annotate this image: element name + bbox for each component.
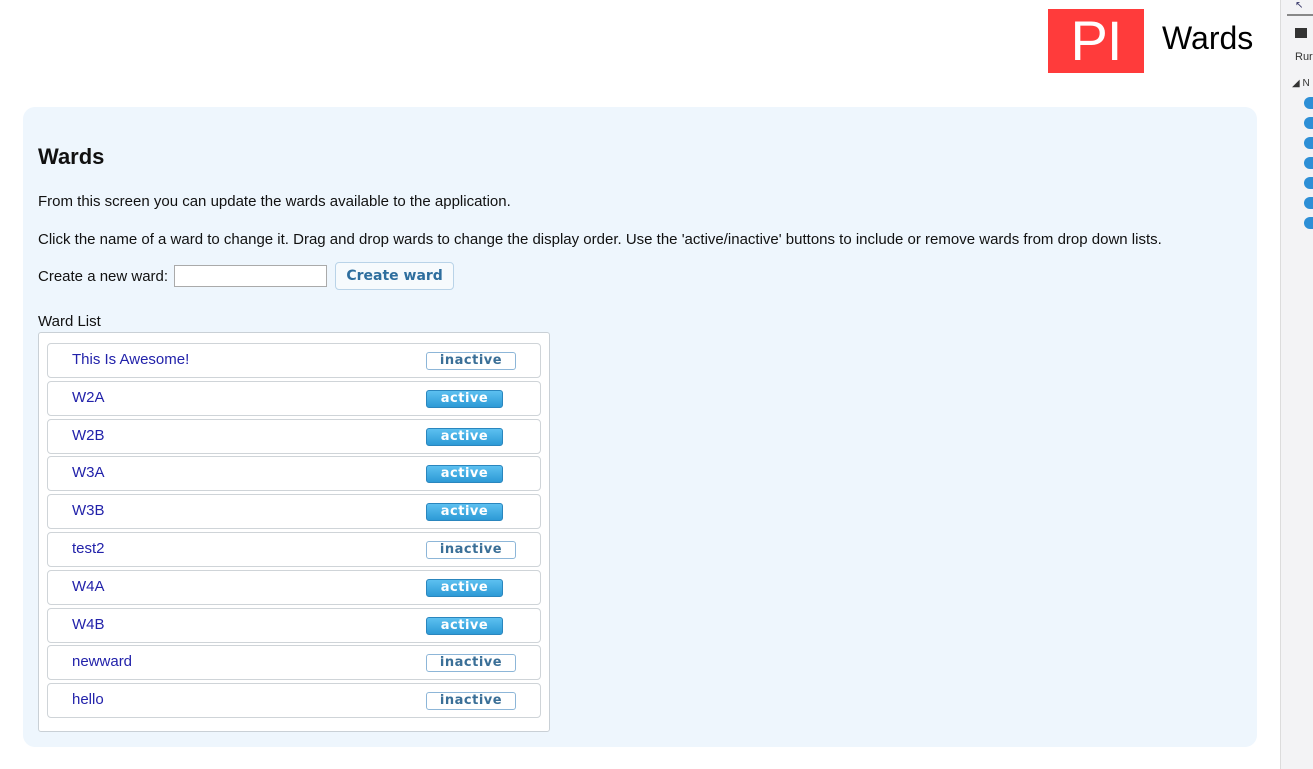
ward-list-item[interactable]: hello inactive xyxy=(47,683,541,719)
pi-logo: PI xyxy=(1048,9,1144,73)
new-ward-input[interactable] xyxy=(174,265,328,287)
app-window: PI Wards Wards From this screen you can … xyxy=(0,0,1280,769)
play-icon[interactable] xyxy=(1295,28,1307,38)
info-icon xyxy=(1304,97,1313,109)
ward-name-link[interactable]: W3A xyxy=(72,464,105,481)
ward-name-link[interactable]: This Is Awesome! xyxy=(72,351,189,368)
ward-name-link[interactable]: newward xyxy=(72,653,132,670)
ward-name-link[interactable]: test2 xyxy=(72,540,105,557)
side-panel-label: Rur xyxy=(1295,51,1313,63)
active-toggle-button[interactable]: active xyxy=(426,503,503,522)
ward-name-link[interactable]: W2B xyxy=(72,427,105,444)
divider xyxy=(1287,14,1313,16)
ward-name-link[interactable]: W2A xyxy=(72,389,105,406)
active-toggle-button[interactable]: active xyxy=(426,465,503,484)
page-instructions: Click the name of a ward to change it. D… xyxy=(38,231,1162,248)
ide-side-panel: ↖ Rur ◢ N xyxy=(1280,0,1313,769)
inactive-toggle-button[interactable]: inactive xyxy=(426,692,516,711)
info-icon xyxy=(1304,137,1313,149)
ward-list-item[interactable]: test2 inactive xyxy=(47,532,541,567)
page-title: Wards xyxy=(38,144,105,169)
ward-list-item[interactable]: newward inactive xyxy=(47,645,541,681)
ward-list: This Is Awesome! inactive W2A active W2B acti… xyxy=(38,332,550,732)
info-icon xyxy=(1304,157,1313,169)
ward-name-link[interactable]: W4B xyxy=(72,616,105,633)
ward-list-item[interactable]: W3A active xyxy=(47,456,541,492)
ward-name-link[interactable]: hello xyxy=(72,691,104,708)
inactive-toggle-button[interactable]: inactive xyxy=(426,541,516,559)
header-title: Wards xyxy=(1162,20,1254,56)
active-toggle-button[interactable]: active xyxy=(426,616,503,635)
active-toggle-button[interactable]: active xyxy=(426,389,503,408)
create-ward-row: Create a new ward: Create ward xyxy=(38,261,455,291)
ward-list-item[interactable]: W2B active xyxy=(47,418,541,454)
tree-node-toggle[interactable]: ◢ N xyxy=(1292,78,1310,89)
ward-list-item[interactable]: This Is Awesome! inactive xyxy=(47,343,541,378)
info-icon xyxy=(1304,197,1313,209)
ward-list-item[interactable]: W3B active xyxy=(47,494,541,530)
ward-name-link[interactable]: W3B xyxy=(72,502,105,519)
inactive-toggle-button[interactable]: inactive xyxy=(426,352,516,370)
info-icon xyxy=(1304,177,1313,189)
ward-name-link[interactable]: W4A xyxy=(72,578,105,595)
active-toggle-button[interactable]: active xyxy=(426,427,503,446)
info-icon xyxy=(1304,217,1313,229)
info-icon xyxy=(1304,117,1313,129)
page-description: From this screen you can update the ward… xyxy=(38,193,511,210)
ward-list-label: Ward List xyxy=(38,313,101,330)
pin-icon[interactable]: ↖ xyxy=(1295,0,1303,11)
create-ward-label: Create a new ward: xyxy=(38,267,169,285)
create-ward-button[interactable]: Create ward xyxy=(335,262,455,290)
ward-list-item[interactable]: W4A active xyxy=(47,569,541,605)
ward-list-item[interactable]: W4B active xyxy=(47,607,541,643)
main-panel: Wards From this screen you can update th… xyxy=(23,107,1257,747)
ward-list-item[interactable]: W2A active xyxy=(47,380,541,416)
inactive-toggle-button[interactable]: inactive xyxy=(426,654,516,673)
active-toggle-button[interactable]: active xyxy=(426,578,503,597)
